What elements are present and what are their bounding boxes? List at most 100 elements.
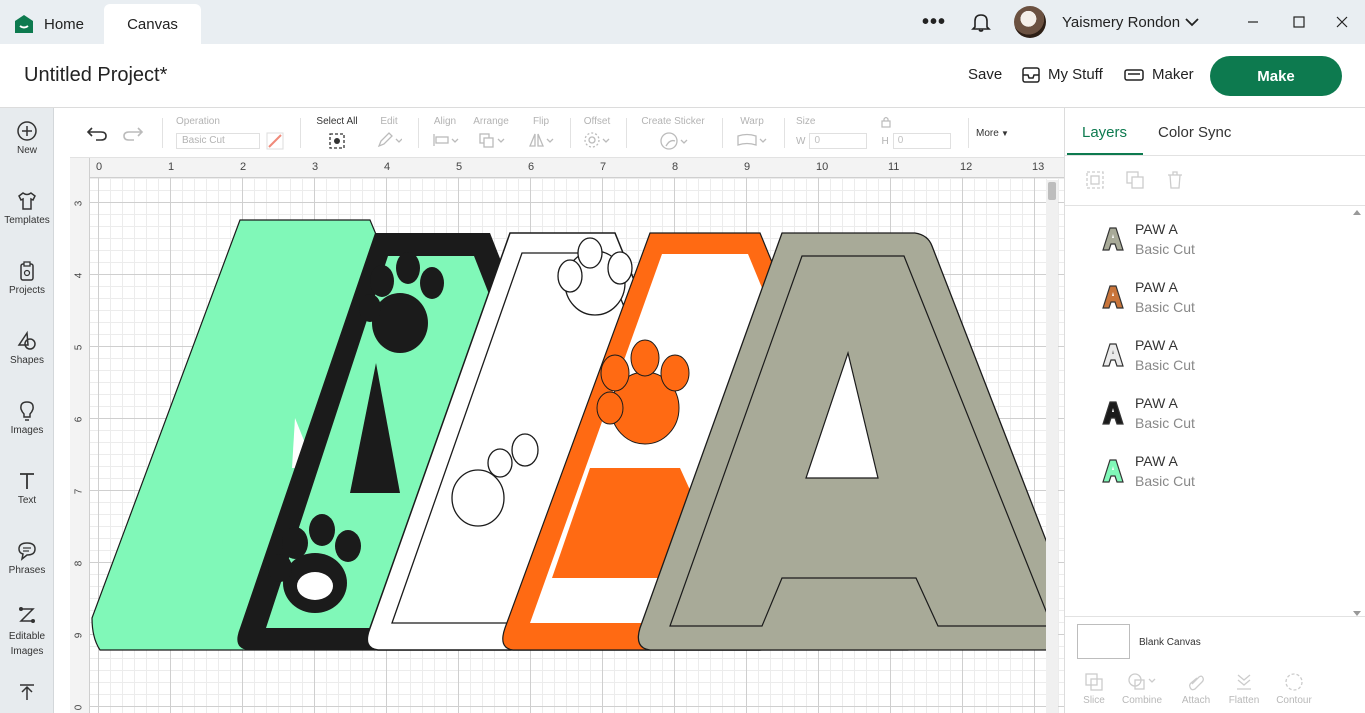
sidebar-item-shapes[interactable]: Shapes	[0, 330, 54, 366]
minimize-button[interactable]	[1230, 0, 1276, 44]
notifications-button[interactable]	[970, 0, 992, 44]
tab-home[interactable]: Home	[14, 4, 84, 44]
layers-panel: Layers Color Sync PAW A Basic Cut PAW A …	[1064, 108, 1365, 713]
user-name[interactable]: Yaismery Rondon	[1062, 0, 1180, 44]
operation-group[interactable]: Operation Basic Cut	[176, 116, 286, 150]
toolbar-divider	[300, 118, 301, 148]
make-label: Make	[1257, 67, 1295, 85]
user-menu-chevron[interactable]	[1184, 0, 1200, 44]
ruler-tick: 5	[73, 344, 85, 351]
sidebar-item-images[interactable]: Images	[0, 400, 54, 436]
scroll-up-arrow-icon[interactable]	[1352, 208, 1362, 216]
toolbar-divider	[570, 118, 571, 148]
avatar[interactable]	[1014, 6, 1046, 38]
ruler-tick: 11	[888, 161, 900, 173]
flatten-icon	[1237, 674, 1251, 690]
flip-button[interactable]: Flip	[524, 116, 558, 151]
close-button[interactable]	[1319, 0, 1365, 44]
maker-button[interactable]: Maker	[1124, 66, 1194, 83]
no-color-swatch-icon	[266, 132, 284, 150]
caret-down-icon: ▼	[998, 129, 1009, 138]
edit-label: Edit	[380, 116, 398, 127]
group-icon[interactable]	[1085, 170, 1105, 190]
layers-scrollbar[interactable]	[1351, 208, 1363, 618]
tab-home-label: Home	[44, 15, 85, 33]
select-all-button[interactable]: Select All	[314, 116, 360, 153]
ruler-tick: 1	[168, 161, 175, 173]
scrollbar-thumb[interactable]	[1048, 182, 1056, 200]
slice-button[interactable]: Slice	[1069, 672, 1119, 706]
operation-select[interactable]: Basic Cut	[176, 133, 260, 149]
blank-canvas-swatch[interactable]	[1077, 624, 1130, 659]
layer-item[interactable]: PAW A Basic Cut	[1095, 392, 1335, 436]
more-label: More	[976, 128, 999, 139]
align-icon	[433, 134, 459, 146]
panel-divider	[1065, 205, 1365, 206]
sidebar-label-shapes: Shapes	[10, 355, 44, 366]
sticker-icon	[660, 132, 688, 150]
sidebar-item-editable-images[interactable]: Editable Images	[0, 604, 54, 659]
sidebar-item-new[interactable]: New	[0, 120, 54, 156]
flatten-button[interactable]: Flatten	[1219, 672, 1269, 706]
panel-divider	[1065, 155, 1365, 156]
my-stuff-button[interactable]: My Stuff	[1022, 66, 1103, 83]
left-sidebar: New Templates Projects Shapes Images Tex…	[0, 108, 54, 713]
layer-item[interactable]: PAW A Basic Cut	[1095, 218, 1335, 262]
save-button[interactable]: Save	[968, 66, 1002, 83]
trash-icon[interactable]	[1165, 170, 1185, 190]
duplicate-icon[interactable]	[1125, 170, 1145, 190]
select-all-label: Select All	[316, 116, 358, 127]
maximize-button[interactable]	[1276, 0, 1322, 44]
ruler-tick: 9	[744, 161, 751, 173]
size-label: Size	[796, 116, 816, 127]
panel-divider	[1065, 616, 1365, 617]
layer-actions	[1085, 170, 1185, 190]
layer-item[interactable]: PAW A Basic Cut	[1095, 450, 1335, 494]
ruler-tick: 7	[600, 161, 607, 173]
design-canvas[interactable]: 0 1 2 3 4 5 6 7 8 9 10 11 12 13 3 4 5 6 …	[70, 158, 1064, 713]
make-button[interactable]: Make	[1210, 56, 1342, 96]
more-button[interactable]: More ▼	[976, 128, 1009, 139]
align-button[interactable]: Align	[428, 116, 462, 151]
tab-canvas[interactable]: Canvas	[104, 4, 201, 44]
layer-item[interactable]: PAW A Basic Cut	[1095, 334, 1335, 378]
sidebar-item-text[interactable]: Text	[0, 470, 54, 506]
more-options-button[interactable]: •••	[922, 0, 946, 44]
warp-button[interactable]: Warp	[732, 116, 772, 151]
layer-tools-bar: Slice Combine Attach Flatten Contour	[1065, 668, 1365, 713]
contour-button[interactable]: Contour	[1269, 672, 1319, 706]
layer-item[interactable]: PAW A Basic Cut	[1095, 276, 1335, 320]
offset-button[interactable]: Offset	[580, 116, 614, 151]
undo-button[interactable]	[86, 124, 108, 145]
sidebar-label-text: Text	[17, 495, 37, 506]
ruler-tick: 8	[73, 560, 85, 567]
sidebar-item-phrases[interactable]: Phrases	[0, 540, 54, 576]
lock-icon[interactable]	[880, 116, 892, 128]
sidebar-item-templates[interactable]: Templates	[0, 190, 54, 226]
width-label: W	[796, 135, 806, 147]
layer-name: PAW A	[1135, 279, 1178, 295]
sidebar-label-templates: Templates	[4, 215, 50, 226]
letter-a-thumbnail-icon	[1102, 459, 1124, 483]
redo-button[interactable]	[122, 124, 144, 145]
edit-button[interactable]: Edit	[372, 116, 406, 151]
tab-color-sync[interactable]: Color Sync	[1158, 124, 1231, 141]
project-title[interactable]: Untitled Project*	[24, 64, 167, 87]
ruler-tick: 3	[312, 161, 319, 173]
sidebar-item-upload[interactable]	[0, 682, 54, 707]
sidebar-item-projects[interactable]: Projects	[0, 260, 54, 296]
close-icon	[1336, 16, 1348, 28]
letter-a-thumbnail-icon	[1102, 227, 1124, 251]
height-input[interactable]: 0	[892, 133, 951, 149]
design-artwork[interactable]	[70, 158, 1046, 713]
combine-button[interactable]: Combine	[1117, 672, 1167, 706]
tab-layers[interactable]: Layers	[1082, 124, 1127, 141]
ruler-tick: 10	[816, 161, 829, 173]
ruler-tick: 0	[96, 161, 103, 173]
arrange-button[interactable]: Arrange	[470, 116, 512, 151]
layer-type: Basic Cut	[1135, 415, 1195, 431]
attach-button[interactable]: Attach	[1171, 672, 1221, 706]
create-sticker-button[interactable]: Create Sticker	[636, 116, 710, 153]
canvas-scrollbar[interactable]	[1046, 180, 1058, 713]
width-input[interactable]: 0	[809, 133, 868, 149]
